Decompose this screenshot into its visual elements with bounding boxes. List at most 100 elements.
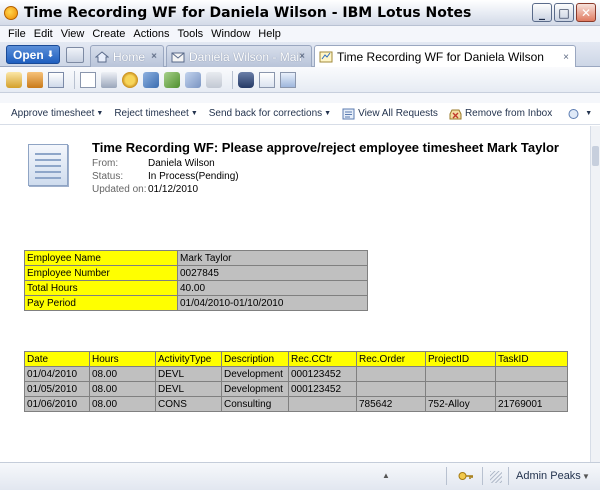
- column-header: Rec.CCtr: [288, 351, 357, 367]
- table-cell: Mark Taylor: [177, 250, 368, 266]
- menu-edit[interactable]: Edit: [30, 28, 57, 40]
- send-back-label: Send back for corrections: [208, 108, 323, 119]
- menu-actions[interactable]: Actions: [129, 28, 173, 40]
- workflow-icon: [319, 51, 333, 63]
- vertical-scrollbar[interactable]: [590, 126, 600, 462]
- window-icon[interactable]: [48, 71, 64, 88]
- attach-icon[interactable]: [143, 71, 159, 88]
- toolbar-spacer: [0, 93, 600, 103]
- remove-from-inbox-button[interactable]: Remove from Inbox: [449, 108, 552, 120]
- table-cell: DEVL: [155, 366, 222, 382]
- key-icon[interactable]: [458, 469, 474, 483]
- status-bar: ▲ Admin Peaks ▼: [0, 462, 600, 490]
- folder-icon[interactable]: [27, 71, 43, 88]
- table-cell: Employee Number: [24, 265, 178, 281]
- search-button[interactable]: ▼: [567, 108, 592, 120]
- view-all-requests-button[interactable]: View All Requests: [342, 108, 438, 120]
- remove-inbox-icon: [449, 109, 462, 119]
- table-cell: [495, 366, 568, 382]
- menu-window[interactable]: Window: [207, 28, 254, 40]
- from-value: Daniela Wilson: [148, 158, 215, 169]
- tab-home-label: Home: [113, 49, 146, 64]
- column-header: ActivityType: [155, 351, 222, 367]
- table-cell: 08.00: [89, 381, 156, 397]
- column-header: TaskID: [495, 351, 568, 367]
- reject-timesheet-button[interactable]: Reject timesheet ▼: [114, 108, 197, 119]
- status-user[interactable]: Admin Peaks: [516, 470, 581, 482]
- disabled-icon: [206, 71, 222, 88]
- home-icon: [95, 50, 109, 62]
- menu-bar: File Edit View Create Actions Tools Wind…: [0, 26, 600, 42]
- table-cell: Pay Period: [24, 295, 178, 311]
- maximize-button[interactable]: □: [554, 3, 574, 22]
- table-cell: 40.00: [177, 280, 368, 296]
- app-icon: [4, 5, 18, 20]
- window-title: Time Recording WF for Daniela Wilson - I…: [24, 4, 472, 21]
- action-bar: Approve timesheet ▼ Reject timesheet ▼ S…: [0, 103, 600, 125]
- mail-icon: [171, 52, 185, 62]
- tab-home[interactable]: Home ×: [90, 45, 164, 67]
- table-cell: CONS: [155, 396, 222, 412]
- tab-bar: Open ⬇ Home × Daniela Wilson - Mail × Ti…: [0, 42, 600, 68]
- activities-table: Date Hours ActivityType Description Rec.…: [24, 351, 568, 412]
- tab-mail[interactable]: Daniela Wilson - Mail ×: [166, 45, 312, 67]
- close-icon[interactable]: ×: [299, 51, 305, 62]
- table-cell: 01/06/2010: [24, 396, 90, 412]
- tab-time-recording[interactable]: Time Recording WF for Daniela Wilson ×: [314, 45, 576, 68]
- status-up-arrow-icon[interactable]: ▲: [382, 471, 390, 480]
- menu-tools[interactable]: Tools: [173, 28, 207, 40]
- table-row: 01/06/2010 08.00 CONS Consulting 785642 …: [24, 396, 568, 412]
- chevron-down-icon[interactable]: ▼: [582, 472, 590, 481]
- approve-timesheet-label: Approve timesheet: [11, 108, 95, 119]
- spell-icon[interactable]: [122, 71, 138, 88]
- table-cell: 785642: [356, 396, 426, 412]
- requests-icon: [342, 108, 355, 119]
- table-cell: 01/04/2010-01/10/2010: [177, 295, 368, 311]
- reject-timesheet-label: Reject timesheet: [114, 108, 189, 119]
- column-header: Rec.Order: [356, 351, 426, 367]
- status-separator: [508, 467, 509, 485]
- send-back-button[interactable]: Send back for corrections ▼: [209, 108, 331, 119]
- print-icon[interactable]: [101, 71, 117, 88]
- close-button[interactable]: ✕: [576, 3, 596, 22]
- updated-label: Updated on:: [92, 184, 147, 195]
- status-resize-icon: [490, 471, 502, 483]
- table-cell: 000123452: [288, 381, 357, 397]
- new-icon[interactable]: [80, 71, 96, 88]
- minimize-button[interactable]: _: [532, 3, 552, 22]
- toolbar-separator: [74, 70, 75, 89]
- table-cell: [425, 366, 496, 382]
- column-header: Date: [24, 351, 90, 367]
- table-row: Employee Number 0027845: [24, 265, 368, 281]
- back-icon[interactable]: [6, 71, 22, 88]
- forward-icon[interactable]: [185, 71, 201, 88]
- open-button[interactable]: Open ⬇: [6, 45, 60, 64]
- link-icon[interactable]: [164, 71, 180, 88]
- menu-view[interactable]: View: [57, 28, 89, 40]
- open-list-icon[interactable]: [66, 47, 84, 63]
- toolbar-separator: [232, 70, 233, 89]
- approve-timesheet-button[interactable]: Approve timesheet ▼: [11, 108, 103, 119]
- edit-icon[interactable]: [259, 71, 275, 88]
- properties-icon[interactable]: [280, 71, 296, 88]
- menu-help[interactable]: Help: [254, 28, 285, 40]
- close-icon[interactable]: ×: [563, 52, 569, 63]
- from-label: From:: [92, 158, 119, 169]
- table-cell: [356, 381, 426, 397]
- scrollbar-thumb[interactable]: [592, 146, 599, 166]
- menu-file[interactable]: File: [4, 28, 30, 40]
- binoculars-icon[interactable]: [238, 71, 254, 88]
- tab-time-recording-label: Time Recording WF for Daniela Wilson: [337, 50, 544, 64]
- view-all-requests-label: View All Requests: [358, 108, 438, 119]
- close-icon[interactable]: ×: [151, 51, 157, 62]
- chevron-down-icon: ▼: [585, 110, 593, 117]
- status-separator: [482, 467, 483, 485]
- chevron-down-icon: ▼: [96, 110, 104, 117]
- menu-create[interactable]: Create: [88, 28, 129, 40]
- table-cell: Consulting: [221, 396, 289, 412]
- table-row: 01/05/2010 08.00 DEVL Development 000123…: [24, 381, 568, 397]
- window-controls: _ □ ✕: [532, 3, 596, 22]
- table-row: Total Hours 40.00: [24, 280, 368, 296]
- table-header-row: Date Hours ActivityType Description Rec.…: [24, 351, 568, 367]
- document-icon: [28, 144, 68, 186]
